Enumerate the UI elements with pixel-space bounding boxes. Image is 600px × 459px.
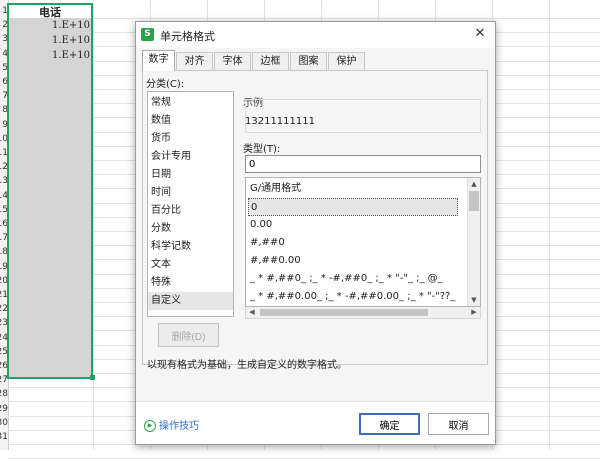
format-item-selected[interactable]: 0 xyxy=(248,198,458,216)
tips-label: 操作技巧 xyxy=(159,421,199,432)
scroll-right-icon[interactable]: ▶ xyxy=(468,307,480,318)
category-date[interactable]: 日期 xyxy=(148,166,233,184)
format-item[interactable]: _ * #,##0_ ;_ * -#,##0_ ;_ * "-"_ ;_ @_ xyxy=(248,270,458,288)
dialog-titlebar[interactable]: S 单元格格式 ✕ xyxy=(136,22,495,48)
play-icon: ▶ xyxy=(144,420,156,432)
category-general[interactable]: 常规 xyxy=(148,94,233,112)
description-text: 以现有格式为基础，生成自定义的数字格式。 xyxy=(147,360,347,371)
selection-border xyxy=(7,3,93,379)
gridline xyxy=(549,0,550,450)
format-list[interactable]: G/通用格式 0 0.00 #,##0 #,##0.00 _ * #,##0_ … xyxy=(245,177,481,307)
category-percentage[interactable]: 百分比 xyxy=(148,202,233,220)
format-item[interactable]: 0.00 xyxy=(248,216,458,234)
category-accounting[interactable]: 会计专用 xyxy=(148,148,233,166)
tab-number[interactable]: 数字 xyxy=(142,50,175,71)
format-item[interactable]: G/通用格式 xyxy=(248,180,458,198)
row-number[interactable]: 29 xyxy=(0,402,8,417)
ok-button[interactable]: 确定 xyxy=(359,413,420,435)
cancel-button[interactable]: 取消 xyxy=(428,413,489,435)
category-text[interactable]: 文本 xyxy=(148,256,233,274)
scroll-up-icon[interactable]: ▲ xyxy=(468,178,480,190)
scroll-down-icon[interactable]: ▼ xyxy=(468,294,480,306)
format-cells-dialog: S 单元格格式 ✕ 数字 对齐 字体 边框 图案 保护 分类(C): 常规 数值… xyxy=(135,21,496,445)
scroll-thumb[interactable] xyxy=(260,309,428,316)
gridline xyxy=(8,18,600,19)
type-input[interactable] xyxy=(245,155,481,173)
scroll-thumb[interactable] xyxy=(469,191,479,211)
category-fraction[interactable]: 分数 xyxy=(148,220,233,238)
category-list[interactable]: 常规 数值 货币 会计专用 日期 时间 百分比 分数 科学记数 文本 特殊 自定… xyxy=(147,91,234,317)
gridline xyxy=(93,0,94,450)
number-tab-panel: 分类(C): 常规 数值 货币 会计专用 日期 时间 百分比 分数 科学记数 文… xyxy=(142,70,488,371)
tab-protection[interactable]: 保护 xyxy=(328,52,365,70)
tab-border[interactable]: 边框 xyxy=(252,52,289,70)
wps-app-icon: S xyxy=(141,28,154,41)
category-scientific[interactable]: 科学记数 xyxy=(148,238,233,256)
format-item[interactable]: #,##0 xyxy=(248,234,458,252)
format-list-horizontal-scrollbar[interactable]: ◀ ▶ xyxy=(245,307,481,319)
fill-handle[interactable] xyxy=(90,375,95,380)
format-item[interactable]: _ * #,##0.00_ ;_ * -#,##0.00_ ;_ * "-"??… xyxy=(248,288,458,306)
category-time[interactable]: 时间 xyxy=(148,184,233,202)
tab-alignment[interactable]: 对齐 xyxy=(176,52,213,70)
format-item[interactable]: #,##0.00 xyxy=(248,252,458,270)
type-label: 类型(T): xyxy=(243,144,281,155)
dialog-footer: ▶ 操作技巧 确定 取消 xyxy=(136,401,495,444)
dialog-title: 单元格格式 xyxy=(160,30,215,43)
category-label: 分类(C): xyxy=(146,79,185,90)
category-currency[interactable]: 货币 xyxy=(148,130,233,148)
row-number[interactable]: 31 xyxy=(0,430,8,445)
tips-link[interactable]: ▶ 操作技巧 xyxy=(144,417,199,432)
row-number[interactable]: 28 xyxy=(0,387,8,402)
scroll-left-icon[interactable]: ◀ xyxy=(246,307,258,318)
row-number[interactable]: 30 xyxy=(0,416,8,431)
delete-button[interactable]: 删除(D) xyxy=(158,323,219,347)
category-number[interactable]: 数值 xyxy=(148,112,233,130)
tab-pattern[interactable]: 图案 xyxy=(290,52,327,70)
sample-value: 13211111111 xyxy=(245,116,315,127)
category-special[interactable]: 特殊 xyxy=(148,274,233,292)
format-list-vertical-scrollbar[interactable]: ▲ ▼ xyxy=(467,178,480,306)
category-custom[interactable]: 自定义 xyxy=(148,292,233,310)
tab-font[interactable]: 字体 xyxy=(214,52,251,70)
close-icon[interactable]: ✕ xyxy=(471,25,489,43)
